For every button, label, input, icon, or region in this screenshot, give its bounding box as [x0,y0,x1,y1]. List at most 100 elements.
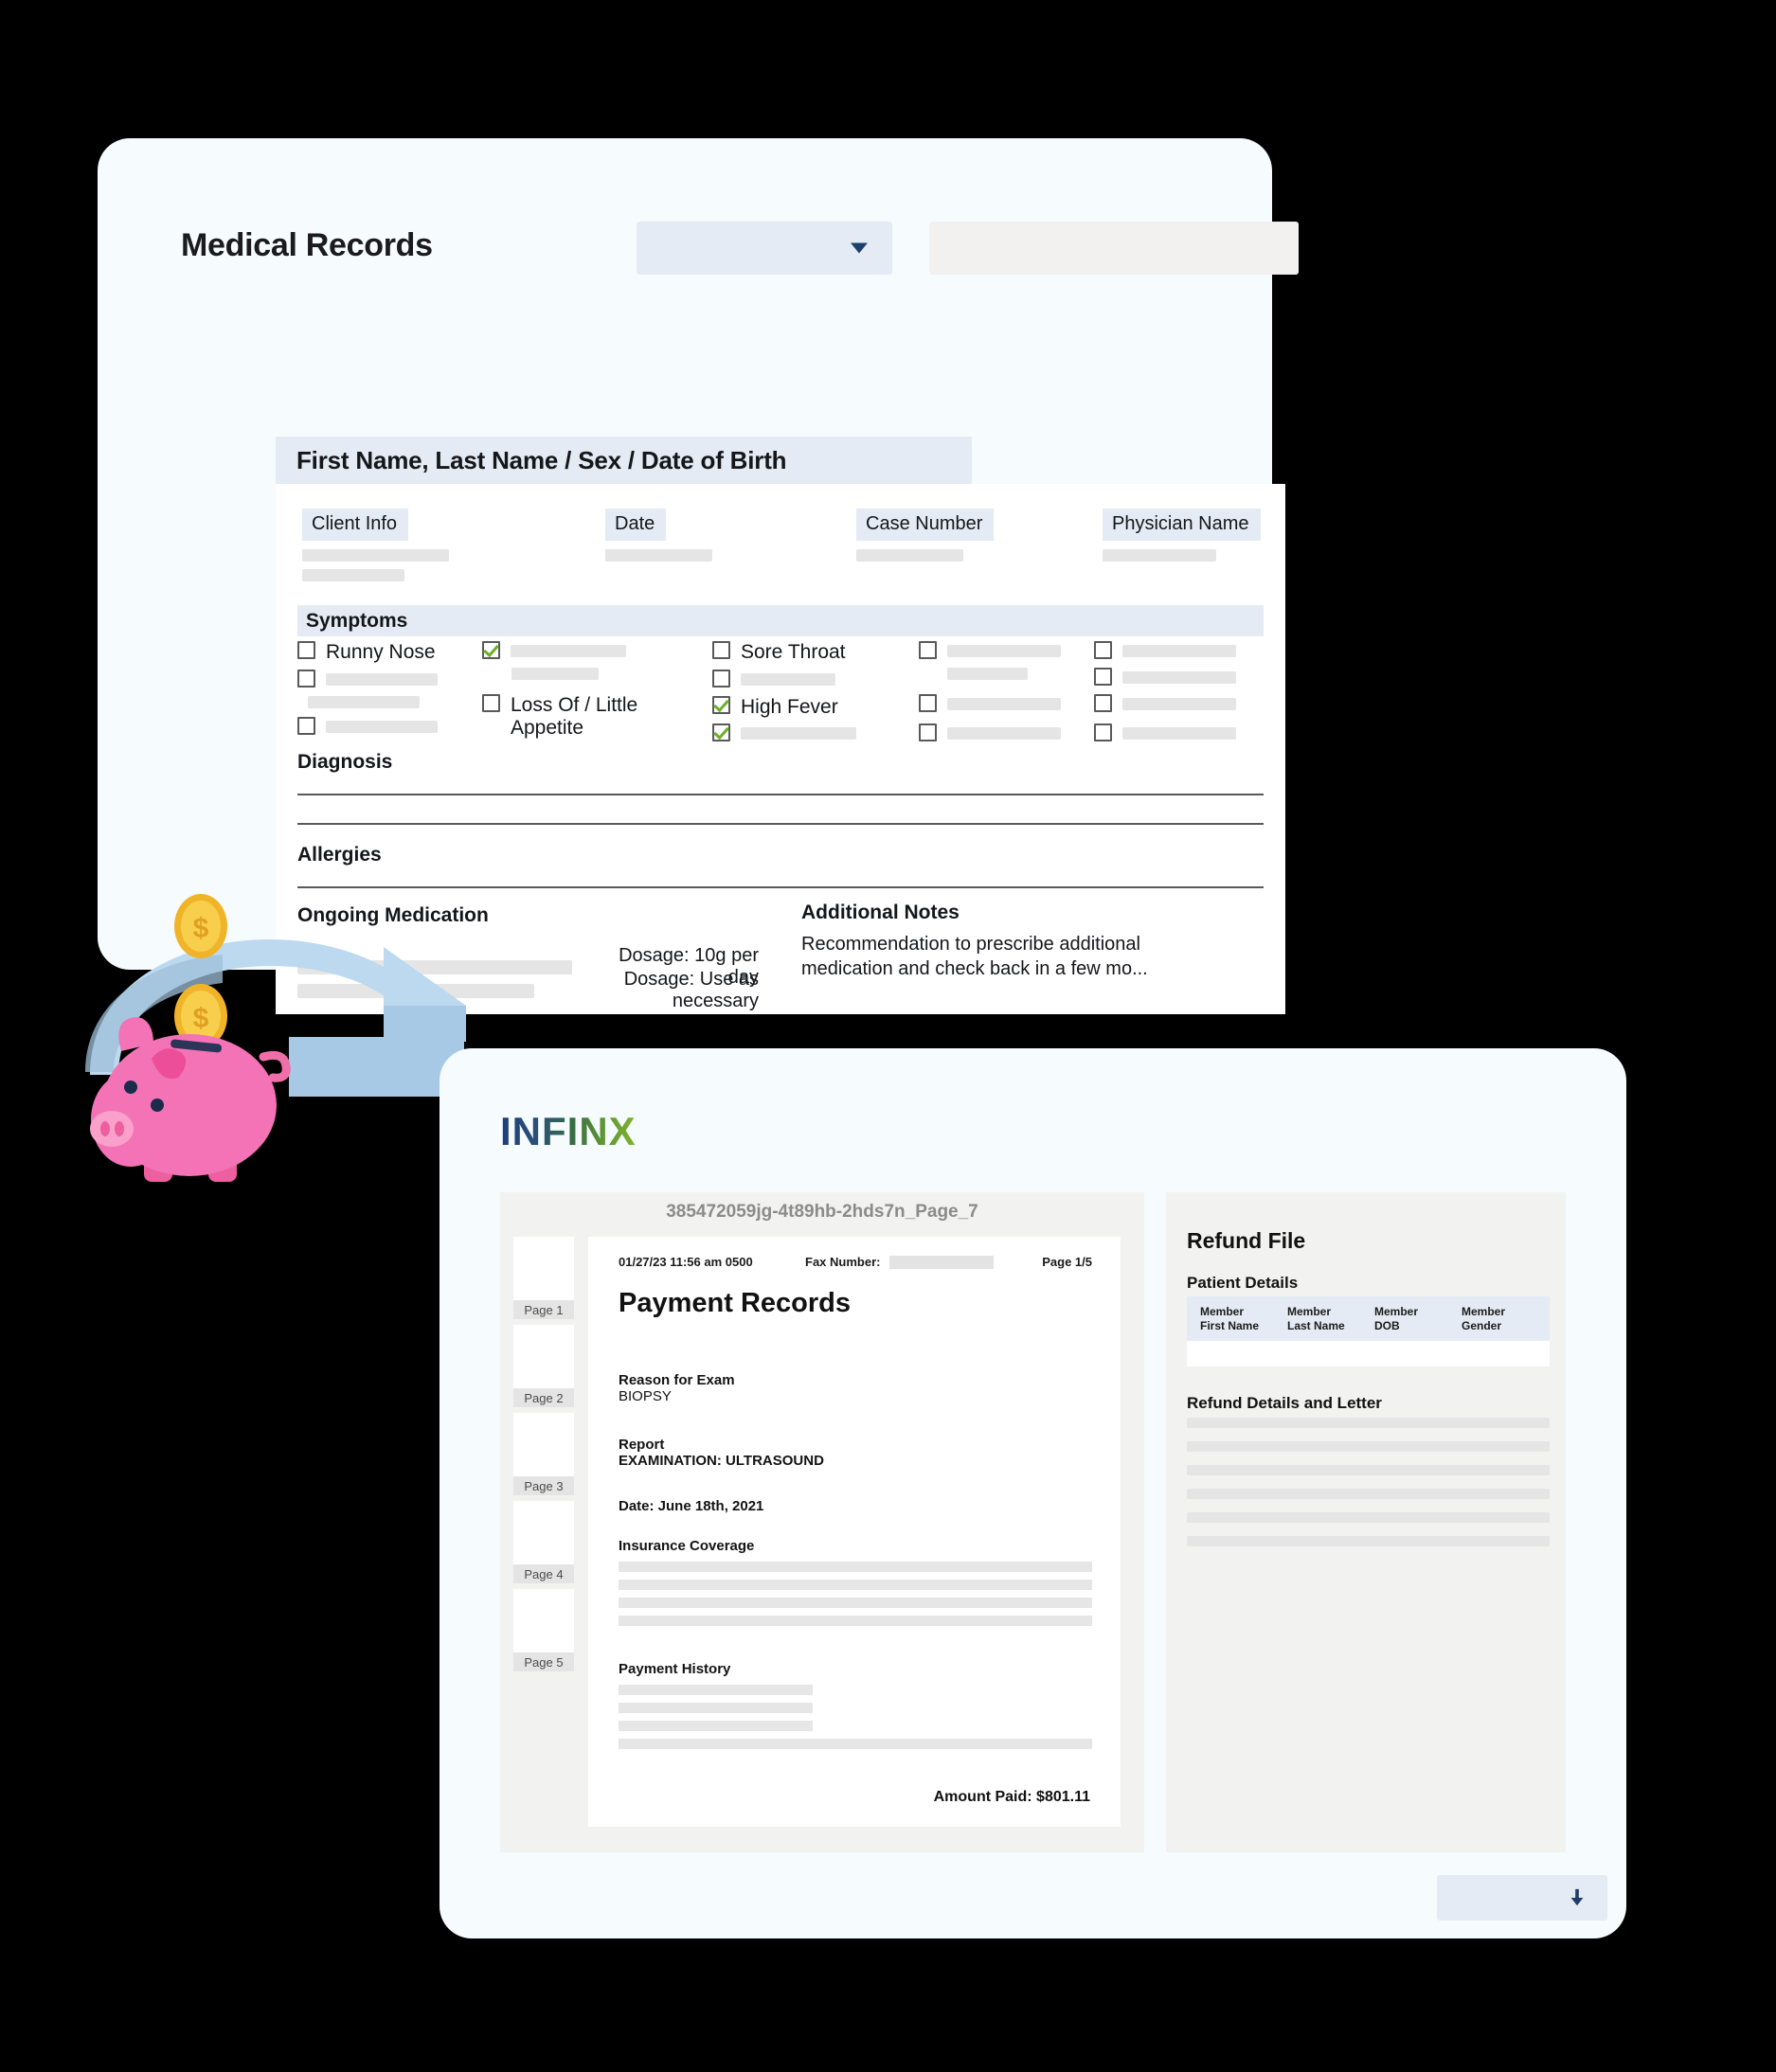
page-thumbnail[interactable]: Page 4 [513,1501,574,1583]
symptom-item[interactable] [919,641,1061,659]
symptom-item[interactable] [1094,641,1236,659]
symptom-item[interactable]: Sore Throat [712,641,846,664]
symptom-item[interactable] [482,641,626,659]
fax-number-redaction [889,1256,994,1269]
checkbox-icon[interactable] [919,641,937,659]
checkbox-icon[interactable] [1094,694,1112,712]
checkbox-icon[interactable] [919,694,937,712]
checkbox-icon[interactable] [712,723,730,741]
symptoms-label: Symptoms [306,609,408,632]
info-field-date: Date [605,509,776,562]
checkbox-icon[interactable] [712,670,730,688]
checkbox-icon[interactable] [297,717,315,735]
medication-dosage: Dosage: Use as necessary [623,969,759,1011]
table-header-row: Member First Name Member Last Name Membe… [1187,1296,1550,1341]
symptom-item[interactable] [919,723,1061,741]
symptom-item[interactable]: Runny Nose [297,641,436,664]
symptom-label: Runny Nose [326,641,436,663]
checkbox-icon[interactable] [1094,641,1112,659]
checkbox-icon[interactable] [712,696,730,714]
page-thumbnail-label: Page 5 [513,1652,574,1671]
info-field-client-info: Client Info [302,509,492,581]
page-thumbnail-preview [513,1237,574,1300]
placeholder-bar [605,549,712,562]
checkbox-icon[interactable] [297,641,315,659]
page-thumbnail-label: Page 2 [513,1388,574,1407]
symptom-item[interactable] [1094,723,1236,741]
placeholder-bar [619,1703,813,1713]
section-value: BIOPSY [619,1388,672,1404]
column-header-first-name: Member First Name [1200,1304,1260,1332]
svg-text:$: $ [193,1003,209,1034]
placeholder-bar [947,727,1061,740]
column-header-last-name: Member Last Name [1287,1304,1345,1332]
symptom-item[interactable]: Loss Of / Little Appetite [482,694,637,740]
document-section-reason: Reason for Exam BIOPSY [619,1372,1092,1404]
placeholder-bar [741,673,835,686]
document-section-report: Report EXAMINATION: ULTRASOUND [619,1437,1092,1469]
placeholder-bar [947,668,1028,680]
placeholder-bar [1187,1536,1550,1546]
coin-icon: $ [174,894,227,958]
document-title: Payment Records [619,1288,851,1318]
placeholder-bar [1122,727,1236,740]
symptom-item[interactable] [712,723,856,741]
page-title: Medical Records [181,227,433,263]
placeholder-bar [947,645,1061,657]
symptom-item[interactable]: High Fever [712,696,838,719]
symptom-item [511,668,599,680]
page-thumbnail[interactable]: Page 3 [513,1413,574,1495]
checkbox-icon[interactable] [919,723,937,741]
placeholder-bar [741,727,856,740]
placeholder-bar [1187,1465,1550,1475]
symptom-item[interactable] [712,670,835,688]
checkbox-icon[interactable] [297,670,315,688]
search-input[interactable] [929,222,1299,275]
symptom-item[interactable] [1094,694,1236,712]
placeholder-bar [619,1616,1092,1626]
symptom-label: Loss Of / Little Appetite [511,694,638,739]
medical-records-header: Medical Records [181,222,1299,280]
checkbox-icon[interactable] [712,641,730,659]
checkbox-icon[interactable] [1094,668,1112,686]
piggy-bank-icon [90,1017,291,1182]
checkbox-icon[interactable] [1094,723,1112,741]
patient-info-row: Client Info Date Case Number Physician N… [302,509,1261,584]
document-page: 01/27/23 11:56 am 0500 Fax Number: Page … [588,1237,1121,1827]
download-button[interactable] [1437,1875,1607,1920]
placeholder-bar [619,1598,1092,1608]
notes-text: Recommendation to prescribe additional m… [801,934,1148,979]
info-label: Physician Name [1103,509,1261,541]
page-thumbnail-preview [513,1589,574,1652]
page-thumbnail-preview [513,1325,574,1388]
fax-number-label: Fax Number: [805,1255,881,1269]
symptom-item[interactable] [1094,668,1236,686]
placeholder-bar [619,1739,1092,1749]
page-thumbnail[interactable]: Page 1 [513,1237,574,1319]
patient-details-table: Member First Name Member Last Name Membe… [1187,1296,1550,1366]
document-viewer: 385472059jg-4t89hb-2hds7n_Page_7 Page 1 … [500,1192,1144,1852]
placeholder-bar [511,645,626,657]
symptom-item [308,696,420,708]
checkbox-icon[interactable] [482,641,500,659]
refund-details-label: Refund Details and Letter [1187,1394,1382,1412]
page-thumbnail[interactable]: Page 2 [513,1325,574,1407]
placeholder-bar [302,569,404,581]
placeholder-bar [619,1580,1092,1590]
document-filename: 385472059jg-4t89hb-2hds7n_Page_7 [666,1201,978,1222]
placeholder-bar [1187,1489,1550,1499]
checkbox-icon[interactable] [482,694,500,712]
page-thumbnail[interactable]: Page 5 [513,1589,574,1671]
document-header-row: 01/27/23 11:56 am 0500 Fax Number: Page … [619,1255,1092,1270]
allergies-label: Allergies [297,844,382,866]
piggy-bank-refund-illustration: $ $ [57,871,474,1203]
document-section-date: Date: June 18th, 2021 [619,1498,1092,1514]
page-thumbnail-label: Page 3 [513,1476,574,1495]
symptom-item[interactable] [919,694,1061,712]
document-timestamp: 01/27/23 11:56 am 0500 [619,1255,753,1269]
symptom-item[interactable] [297,717,438,735]
symptom-item[interactable] [297,670,438,688]
document-section-payment: Payment History [619,1661,1092,1749]
record-type-dropdown[interactable] [637,222,892,275]
placeholder-bar [619,1685,813,1695]
